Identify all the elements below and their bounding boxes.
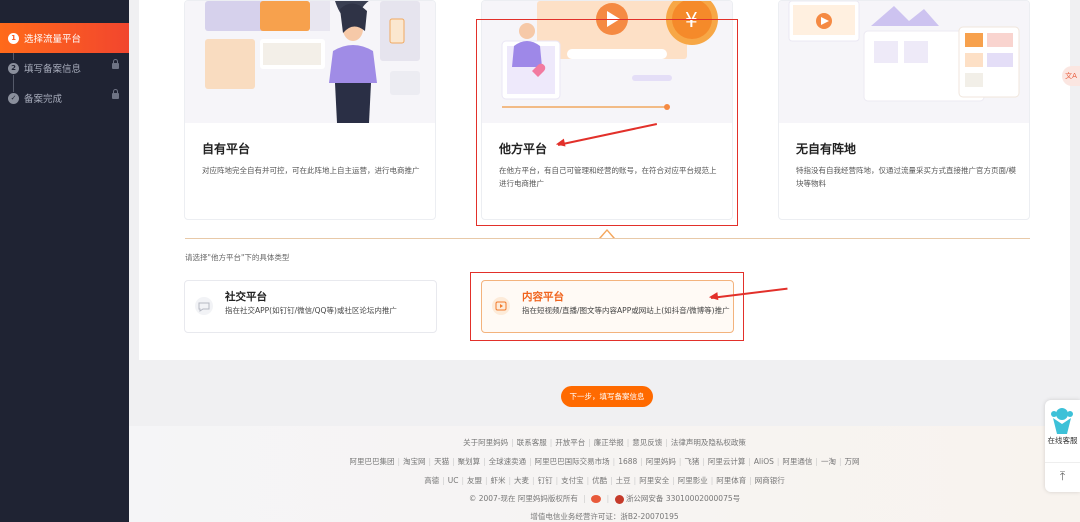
check-icon: ✓ <box>8 92 19 104</box>
footer-link[interactable]: 1688 <box>618 457 637 466</box>
card-title: 自有平台 <box>202 142 251 156</box>
step-label: 选择流量平台 <box>24 34 82 45</box>
footer-link[interactable]: 阿里体育 <box>716 476 746 485</box>
chat-icon <box>195 297 213 315</box>
footer-icp-row: 增值电信业务经营许可证：浙B2-20070195 <box>129 511 1080 522</box>
divider <box>185 238 1030 239</box>
footer-link[interactable]: 网商银行 <box>755 476 785 485</box>
step-select-platform[interactable]: 1 选择流量平台 <box>0 23 129 53</box>
footer-link[interactable]: 关于阿里妈妈 <box>463 438 508 447</box>
step-complete[interactable]: ✓ 备案完成 <box>0 83 129 113</box>
footer-link[interactable]: 友盟 <box>467 476 482 485</box>
online-service-widget[interactable]: 在线客服 ⤒ <box>1045 400 1080 492</box>
footer-link[interactable]: 天猫 <box>434 457 449 466</box>
own-platform-illustration <box>185 1 435 123</box>
footer-link[interactable]: AliOS <box>754 457 774 466</box>
card-no-own-platform[interactable]: 无自有阵地 特指没有自我经营阵地，仅通过流量采买方式直接推广官方页面/模块等物料 <box>778 0 1030 220</box>
footer-link[interactable]: 优酷 <box>592 476 607 485</box>
lock-icon <box>112 59 119 69</box>
back-to-top-icon[interactable]: ⤒ <box>1045 462 1080 489</box>
police-badge-icon <box>614 494 624 504</box>
footer-link[interactable]: 一淘 <box>821 457 836 466</box>
service-mascot-icon <box>1051 408 1073 434</box>
icp-license[interactable]: 增值电信业务经营许可证：浙B2-20070195 <box>530 512 678 521</box>
footer-link[interactable]: 阿里安全 <box>639 476 669 485</box>
footer-link[interactable]: 阿里影业 <box>678 476 708 485</box>
footer-link[interactable]: 联系客服 <box>517 438 547 447</box>
highlight-box <box>470 272 744 341</box>
footer-link[interactable]: 阿里妈妈 <box>646 457 676 466</box>
subtype-title: 社交平台 <box>225 291 267 303</box>
card-own-platform[interactable]: 自有平台 对应阵地完全自有并可控，可在此阵地上自主运营，进行电商推广 <box>184 0 436 220</box>
footer-links-row1: 关于阿里妈妈 | 联系客服 | 开放平台 | 廉正举报 | 意见反馈 | 法律声明及隐私权政策 <box>463 438 746 447</box>
footer-links-row3: 高德 | UC | 友盟 | 虾米 | 大麦 | 钉钉 | 支付宝 | 优酷 | 土豆 | 阿里安全 | 阿里影业 | 阿里… <box>424 476 785 485</box>
subtype-social[interactable]: 社交平台 指在社交APP(如钉钉/微信/QQ等)或社区论坛内推广 <box>184 280 437 333</box>
card-description: 对应阵地完全自有并可控，可在此阵地上自主运营，进行电商推广 <box>202 166 420 175</box>
footer-link[interactable]: 大麦 <box>514 476 529 485</box>
footer-link[interactable]: 阿里巴巴国际交易市场 <box>535 457 610 466</box>
next-step-button[interactable]: 下一步，填写备案信息 <box>561 386 653 407</box>
footer-link[interactable]: 阿里云计算 <box>708 457 746 466</box>
footer-link[interactable]: 万网 <box>844 457 859 466</box>
step-number: 1 <box>8 32 19 44</box>
footer-link[interactable]: 虾米 <box>491 476 506 485</box>
footer-copyright-row: © 2007-现在 阿里妈妈版权所有 | | 浙公网安备 33010002000… <box>468 494 741 504</box>
step-label: 填写备案信息 <box>24 64 82 75</box>
footer-link[interactable]: 廉正举报 <box>594 438 624 447</box>
footer-links-row2: 阿里巴巴集团 | 淘宝网 | 天猫 | 聚划算 | 全球速卖通 | 阿里巴巴国际交易市场 | 1688 |… <box>349 457 860 466</box>
copyright: © 2007-现在 阿里妈妈版权所有 <box>468 494 578 503</box>
step-fill-info[interactable]: 2 填写备案信息 <box>0 53 129 83</box>
police-record[interactable]: 浙公网安备 33010002000075号 <box>626 494 740 503</box>
footer-link[interactable]: 钉钉 <box>538 476 553 485</box>
step-label: 备案完成 <box>24 94 63 105</box>
step-number: 2 <box>8 62 19 74</box>
sidebar: 1 选择流量平台 2 填写备案信息 ✓ 备案完成 <box>0 0 129 522</box>
footer-link[interactable]: 阿里巴巴集团 <box>350 457 395 466</box>
footer-link[interactable]: 全球速卖通 <box>489 457 527 466</box>
lock-icon <box>112 89 119 99</box>
card-description: 特指没有自我经营阵地，仅通过流量采买方式直接推广官方页面/模块等物料 <box>796 166 1017 188</box>
footer-link[interactable]: 淘宝网 <box>403 457 426 466</box>
footer: 关于阿里妈妈 | 联系客服 | 开放平台 | 廉正举报 | 意见反馈 | 法律声明及隐私权政策 阿里… <box>129 426 1080 522</box>
card-title: 无自有阵地 <box>796 142 857 156</box>
footer-link[interactable]: 开放平台 <box>555 438 585 447</box>
footer-link[interactable]: 聚划算 <box>458 457 481 466</box>
no-platform-illustration <box>779 1 1029 123</box>
online-service-label: 在线客服 <box>1047 436 1078 445</box>
footer-link[interactable]: 土豆 <box>616 476 631 485</box>
license-badge-icon <box>591 495 602 503</box>
footer-link[interactable]: 飞猪 <box>684 457 699 466</box>
footer-link[interactable]: 法律声明及隐私权政策 <box>671 438 746 447</box>
footer-link[interactable]: 支付宝 <box>561 476 584 485</box>
subtype-description: 指在社交APP(如钉钉/微信/QQ等)或社区论坛内推广 <box>225 306 397 315</box>
footer-link[interactable]: 意见反馈 <box>632 438 662 447</box>
highlight-box <box>476 19 738 226</box>
footer-link[interactable]: 阿里通信 <box>782 457 812 466</box>
footer-link[interactable]: 高德 <box>424 476 439 485</box>
translate-icon[interactable]: 文A <box>1062 66 1080 86</box>
subtype-hint: 请选择"他方平台"下的具体类型 <box>185 253 290 262</box>
footer-link[interactable]: UC <box>448 476 459 485</box>
